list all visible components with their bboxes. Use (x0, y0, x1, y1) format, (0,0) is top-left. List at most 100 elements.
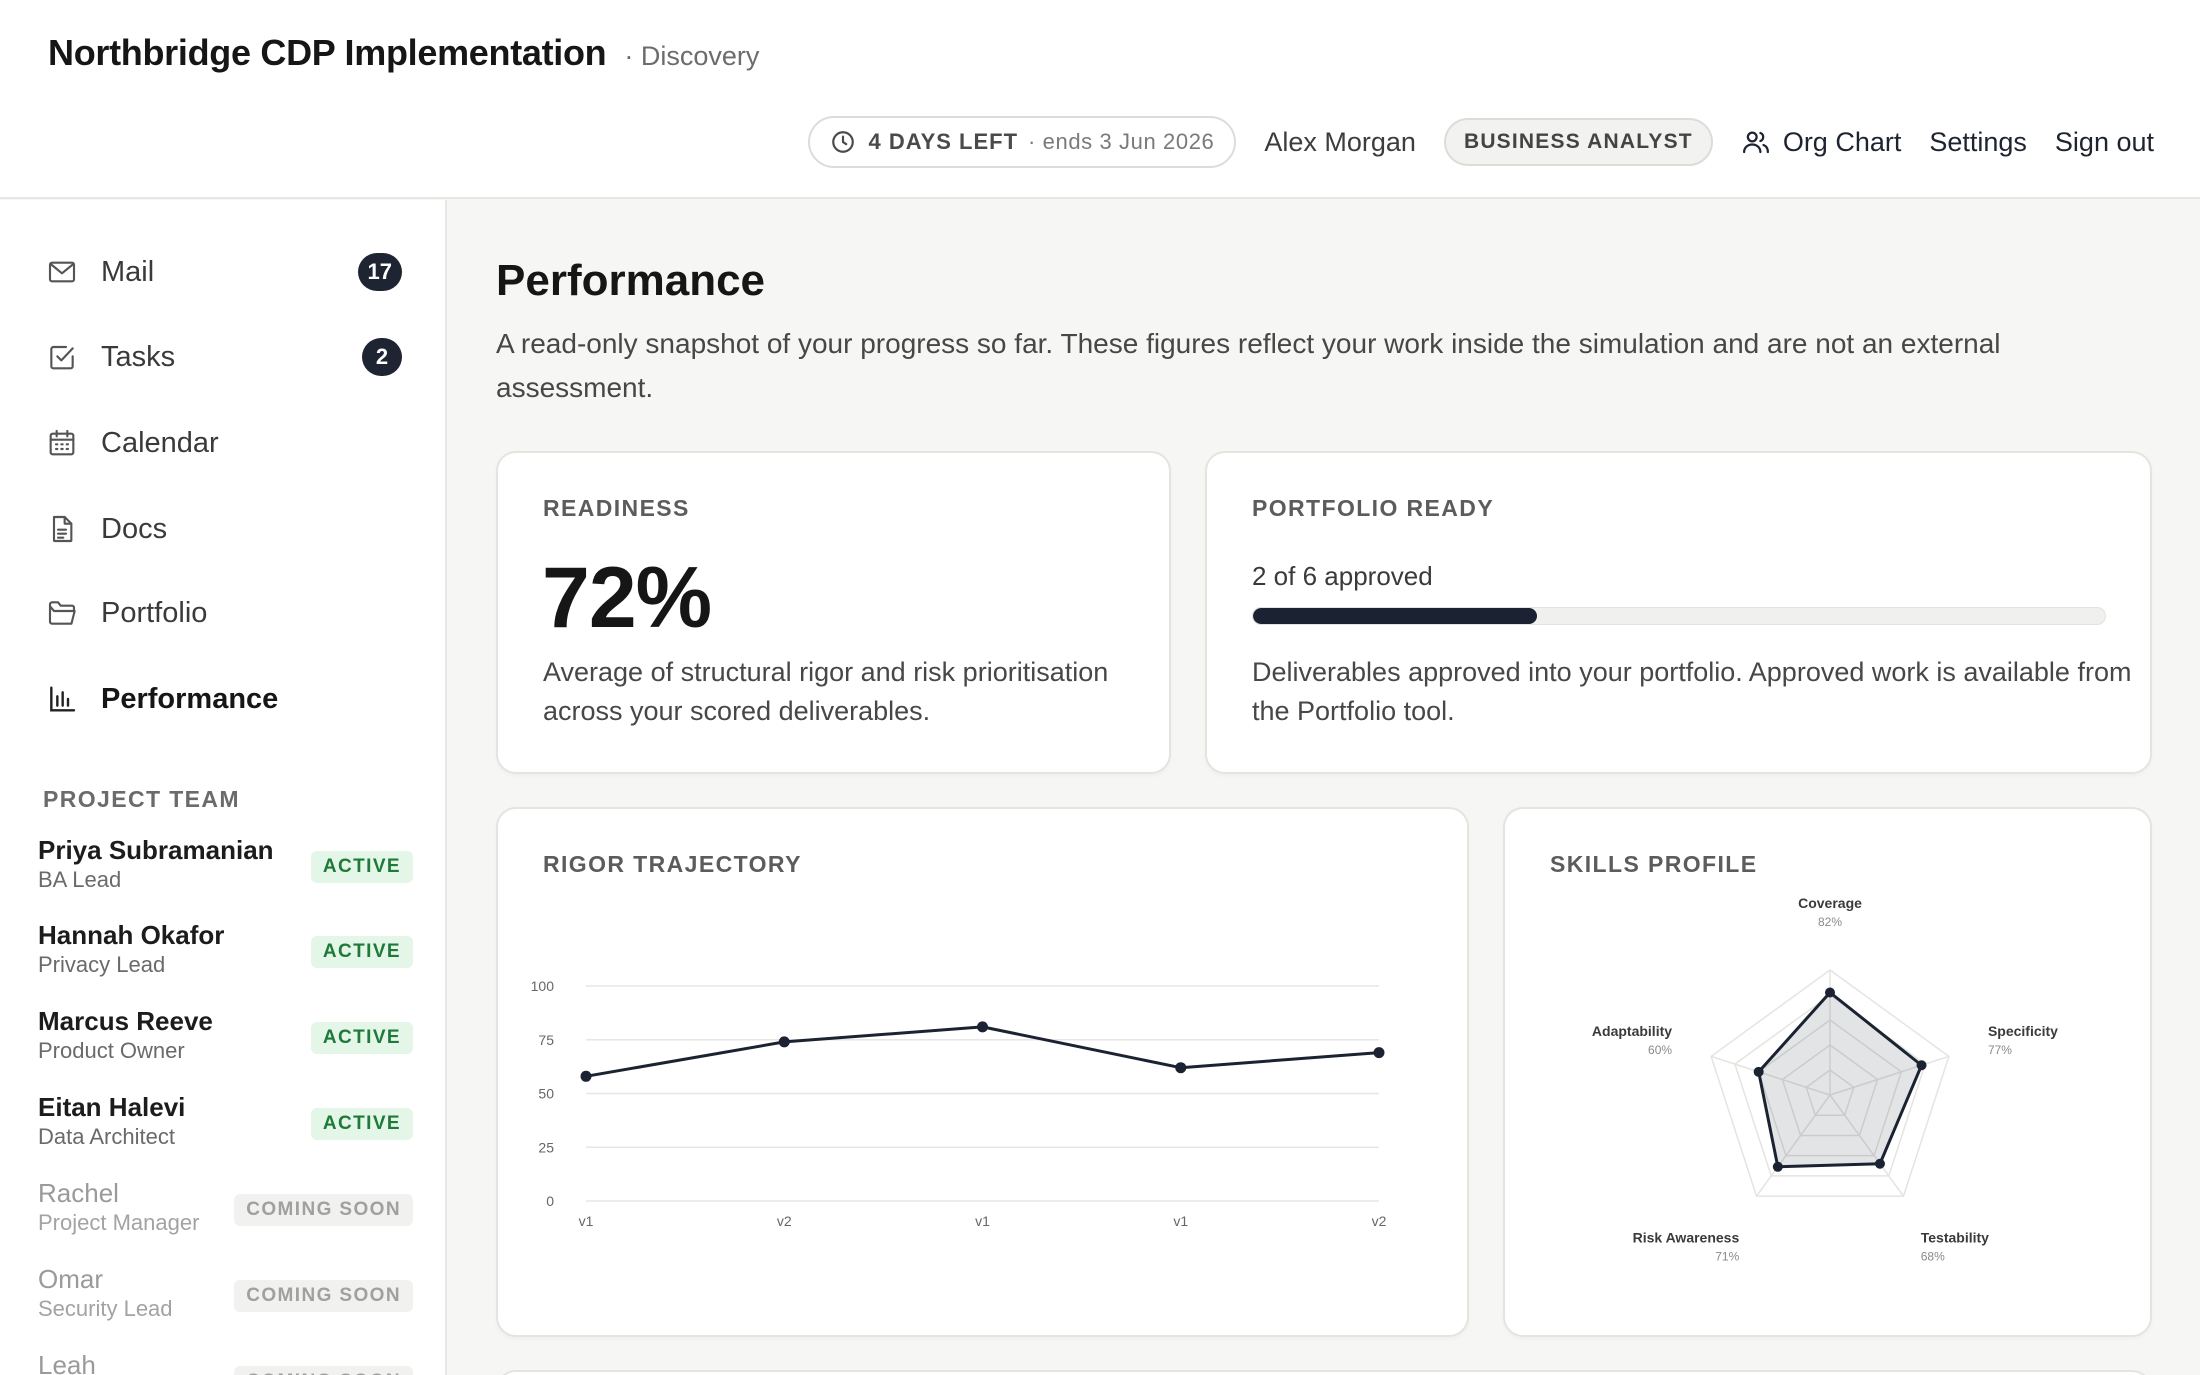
rigor-trajectory-card: RIGOR TRAJECTORY 0 25 50 75 100 v1 v2 v1 v1 v2 (496, 807, 1469, 1337)
status-badge: COMING SOON (234, 1280, 413, 1312)
status-badge: ACTIVE (310, 851, 413, 883)
radar-point (1916, 1060, 1927, 1071)
project-brand: Northbridge CDP Implementation · Discove… (48, 32, 759, 74)
deadline-pill: 4 DAYS LEFT · ends 3 Jun 2026 (808, 116, 1237, 168)
member-name: Marcus Reeve (38, 1006, 213, 1036)
sidebar-item-portfolio[interactable]: Portfolio (0, 578, 445, 648)
radar-axis-label: Risk Awareness (1633, 1230, 1740, 1246)
member-role: Security Lead (38, 1296, 173, 1321)
project-team-heading: PROJECT TEAM (43, 786, 240, 812)
data-point (977, 1021, 988, 1033)
folder-icon (46, 597, 78, 629)
top-header: Northbridge CDP Implementation · Discove… (0, 0, 2200, 199)
bar-chart-icon (46, 683, 78, 715)
y-tick-label: 50 (538, 1086, 554, 1102)
readiness-value: 72% (542, 550, 712, 646)
sign-out-link[interactable]: Sign out (2055, 127, 2154, 158)
x-tick-label: v2 (777, 1213, 792, 1229)
page-description: A read-only snapshot of your progress so… (496, 328, 2001, 403)
sidebar: Mail 17 Tasks 2 Calendar Docs Portfolio … (0, 200, 447, 1375)
portfolio-progress-bar (1252, 607, 2106, 625)
member-role: Product Owner (38, 1038, 185, 1063)
readiness-description: Average of structural rigor and risk pri… (543, 657, 1109, 726)
radar-value-label: 82% (1818, 915, 1842, 929)
sidebar-item-tasks[interactable]: Tasks 2 (0, 322, 445, 392)
project-phase: · Discovery (624, 41, 760, 71)
x-tick-label: v1 (975, 1213, 990, 1229)
mail-icon (46, 256, 78, 288)
team-member[interactable]: Eitan Halevi Data Architect ACTIVE (38, 1088, 413, 1158)
data-point (1373, 1047, 1385, 1059)
team-member: Omar Security Lead COMING SOON (38, 1260, 413, 1330)
portfolio-progress-fill (1253, 608, 1537, 624)
status-badge: ACTIVE (310, 1022, 413, 1054)
team-member: Rachel Project Manager COMING SOON (38, 1174, 413, 1244)
skills-profile-card: SKILLS PROFILE Coverage 82% Specificity 77%… (1503, 807, 2152, 1337)
org-chart-link[interactable]: Org Chart (1741, 127, 1901, 158)
checkbox-icon (46, 341, 78, 373)
tasks-count-badge: 2 (362, 338, 402, 376)
team-member[interactable]: Marcus Reeve Product Owner ACTIVE (38, 1002, 413, 1072)
people-icon (1742, 131, 1769, 154)
sidebar-item-mail[interactable]: Mail 17 (0, 237, 445, 307)
team-member: Leah COMING SOON (38, 1346, 413, 1375)
sidebar-item-label: Performance (101, 682, 279, 715)
member-role: BA Lead (38, 867, 122, 892)
radar-value-label: 77% (1988, 1043, 2012, 1057)
main-content: Performance A read-only snapshot of your… (449, 200, 2200, 1375)
status-badge: COMING SOON (234, 1194, 413, 1226)
settings-link[interactable]: Settings (1929, 127, 2027, 158)
radar-point (1874, 1158, 1885, 1169)
calendar-icon (46, 427, 78, 459)
member-name: Leah (38, 1350, 96, 1375)
sidebar-item-docs[interactable]: Docs (0, 494, 445, 564)
role-badge: BUSINESS ANALYST (1443, 118, 1713, 166)
x-tick-label: v1 (1173, 1213, 1188, 1229)
clock-icon (832, 131, 855, 153)
member-role: Data Architect (38, 1124, 175, 1149)
status-badge: COMING SOON (234, 1366, 413, 1375)
radar-point (1825, 987, 1835, 998)
radar-value-label: 68% (1921, 1250, 1945, 1264)
portfolio-description: Deliverables approved into your portfoli… (1252, 657, 2132, 726)
y-tick-label: 0 (546, 1193, 554, 1209)
readiness-label: READINESS (543, 495, 690, 521)
portfolio-ready-label: PORTFOLIO READY (1252, 495, 1495, 521)
next-card (496, 1370, 2152, 1375)
project-title: Northbridge CDP Implementation (48, 32, 607, 73)
skills-profile-chart: Coverage 82% Specificity 77% Testability 68% R… (1592, 895, 2058, 1264)
page-title: Performance (496, 256, 766, 305)
member-role: Privacy Lead (38, 952, 166, 977)
status-badge: ACTIVE (310, 936, 413, 968)
radar-value-label: 60% (1648, 1043, 1672, 1057)
sidebar-item-performance[interactable]: Performance (0, 664, 445, 734)
rigor-trajectory-chart: 0 25 50 75 100 v1 v2 v1 v1 v2 (531, 978, 1387, 1229)
radar-axis-label: Coverage (1798, 895, 1862, 911)
team-member[interactable]: Hannah Okafor Privacy Lead ACTIVE (38, 916, 413, 986)
header-actions: 4 DAYS LEFT · ends 3 Jun 2026 Alex Morga… (808, 116, 2154, 168)
mail-count-badge: 17 (357, 253, 402, 291)
deadline-date: · ends 3 Jun 2026 (1028, 129, 1215, 154)
portfolio-ready-card: PORTFOLIO READY 2 of 6 approved Delivera… (1205, 451, 2152, 774)
sidebar-item-label: Tasks (101, 340, 176, 373)
readiness-card: READINESS 72% Average of structural rigo… (496, 451, 1171, 774)
radar-axis-label: Specificity (1988, 1023, 2058, 1039)
member-name: Eitan Halevi (38, 1092, 186, 1122)
data-point (1175, 1062, 1187, 1074)
sidebar-item-label: Portfolio (101, 596, 208, 629)
member-name: Hannah Okafor (38, 920, 225, 950)
y-tick-label: 75 (538, 1032, 554, 1048)
y-tick-label: 100 (531, 978, 555, 994)
radar-axis-label: Testability (1921, 1230, 1989, 1246)
radar-point (1753, 1066, 1764, 1077)
days-left: 4 DAYS LEFT (868, 129, 1019, 154)
data-point (580, 1070, 592, 1082)
sidebar-item-label: Mail (101, 255, 155, 288)
radar-point (1772, 1161, 1783, 1172)
team-member[interactable]: Priya Subramanian BA Lead ACTIVE (38, 831, 413, 901)
member-name: Rachel (38, 1178, 119, 1208)
sidebar-item-calendar[interactable]: Calendar (0, 408, 445, 478)
data-point (778, 1036, 790, 1048)
x-tick-label: v2 (1372, 1213, 1387, 1229)
sidebar-item-label: Docs (101, 512, 168, 545)
